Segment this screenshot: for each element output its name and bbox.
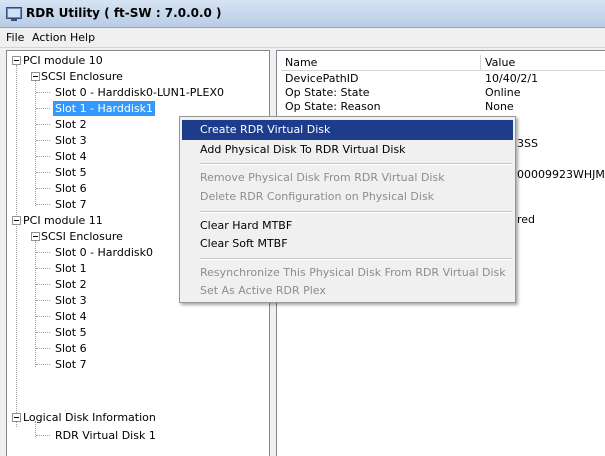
menu-item-remove-physical-disk[interactable]: Remove Physical Disk From RDR Virtual Di…: [182, 168, 513, 188]
tree-node-label: Slot 0 - Harddisk0: [55, 246, 154, 259]
row-name-cell[interactable]: Op State: State: [285, 86, 370, 99]
tree-line: [36, 188, 50, 189]
tree-node-label: PCI module 11: [23, 214, 103, 227]
tree-node-label: Slot 6: [55, 342, 87, 355]
tree-node-label: Slot 7: [55, 198, 87, 211]
tree-node-label: Slot 0 - Harddisk0-LUN1-PLEX0: [55, 86, 225, 99]
tree-line: [36, 252, 50, 253]
tree-node-label: Slot 2: [55, 278, 87, 291]
tree-node-label: Slot 3: [55, 134, 87, 147]
menu-help[interactable]: Help: [70, 31, 95, 44]
tree-line: [36, 92, 50, 93]
tree-node-slot-1[interactable]: Slot 1 - Harddisk1: [7, 101, 269, 116]
window-title: RDR Utility ( ft-SW : 7.0.0.0 ): [26, 6, 222, 20]
tree-line: [36, 300, 50, 301]
tree-line: [36, 348, 50, 349]
tree-line: [36, 332, 50, 333]
tree-node-label: Logical Disk Information: [23, 411, 156, 424]
tree-line: [36, 364, 50, 365]
tree-node-label: Slot 5: [55, 166, 87, 179]
tree-line: [36, 435, 50, 436]
menu-item-add-physical-disk[interactable]: Add Physical Disk To RDR Virtual Disk: [182, 140, 513, 160]
row-value-cell[interactable]: 00009923WHJM: [517, 168, 605, 181]
menu-file[interactable]: File: [6, 31, 24, 44]
row-name-cell[interactable]: DevicePathID: [285, 72, 359, 85]
menu-bar: File Action Help: [0, 28, 605, 48]
tree-line: [36, 284, 50, 285]
tree-node-label: Slot 6: [55, 182, 87, 195]
menu-action[interactable]: Action: [32, 31, 66, 44]
tree-line: [36, 108, 50, 109]
context-menu: Create RDR Virtual Disk Add Physical Dis…: [179, 116, 516, 303]
collapse-icon[interactable]: [12, 413, 21, 422]
tree-node-label: SCSI Enclosure: [41, 230, 123, 243]
app-icon: [6, 7, 22, 21]
tree-node-label: SCSI Enclosure: [41, 70, 123, 83]
menu-item-delete-rdr-configuration[interactable]: Delete RDR Configuration on Physical Dis…: [182, 187, 513, 207]
menu-separator: [200, 163, 512, 165]
menu-separator: [200, 211, 512, 213]
tree-line: [16, 65, 17, 427]
row-value-cell[interactable]: None: [485, 100, 514, 113]
menu-separator: [200, 258, 512, 260]
tree-line: [36, 316, 50, 317]
collapse-icon[interactable]: [12, 56, 21, 65]
tree-node-label: RDR Virtual Disk 1: [55, 429, 156, 442]
menu-item-clear-hard-mtbf[interactable]: Clear Hard MTBF: [182, 216, 513, 236]
tree-line: [36, 172, 50, 173]
tree-node-label: Slot 5: [55, 326, 87, 339]
tree-node-label: Slot 7: [55, 358, 87, 371]
tree-node-label: Slot 1: [55, 262, 87, 275]
menu-item-set-active-rdr-plex[interactable]: Set As Active RDR Plex: [182, 281, 513, 301]
tree-node-label: Slot 1 - Harddisk1: [53, 101, 156, 116]
collapse-icon[interactable]: [12, 216, 21, 225]
tree-node-label: Slot 4: [55, 310, 87, 323]
tree-node-label: Slot 2: [55, 118, 87, 131]
title-bar[interactable]: RDR Utility ( ft-SW : 7.0.0.0 ): [0, 0, 605, 28]
column-header-value[interactable]: Value: [481, 55, 605, 71]
tree-node-slot-0[interactable]: Slot 0 - Harddisk0-LUN1-PLEX0: [7, 85, 269, 100]
menu-item-resynchronize-physical-disk[interactable]: Resynchronize This Physical Disk From RD…: [182, 263, 513, 283]
row-value-cell[interactable]: 3SS: [517, 137, 538, 150]
tree-line: [36, 204, 50, 205]
tree-line: [36, 156, 50, 157]
tree-node-label: PCI module 10: [23, 54, 103, 67]
menu-item-clear-soft-mtbf[interactable]: Clear Soft MTBF: [182, 234, 513, 254]
tree-line: [36, 124, 50, 125]
tree-node-label: Slot 3: [55, 294, 87, 307]
tree-line: [36, 140, 50, 141]
row-name-cell[interactable]: Op State: Reason: [285, 100, 381, 113]
row-value-cell[interactable]: 10/40/2/1: [485, 72, 538, 85]
row-value-cell[interactable]: red: [517, 213, 535, 226]
column-header-name[interactable]: Name: [281, 55, 481, 71]
row-value-cell[interactable]: Online: [485, 86, 520, 99]
tree-node-label: Slot 4: [55, 150, 87, 163]
tree-line: [36, 268, 50, 269]
menu-item-create-rdr-virtual-disk[interactable]: Create RDR Virtual Disk: [182, 120, 513, 140]
